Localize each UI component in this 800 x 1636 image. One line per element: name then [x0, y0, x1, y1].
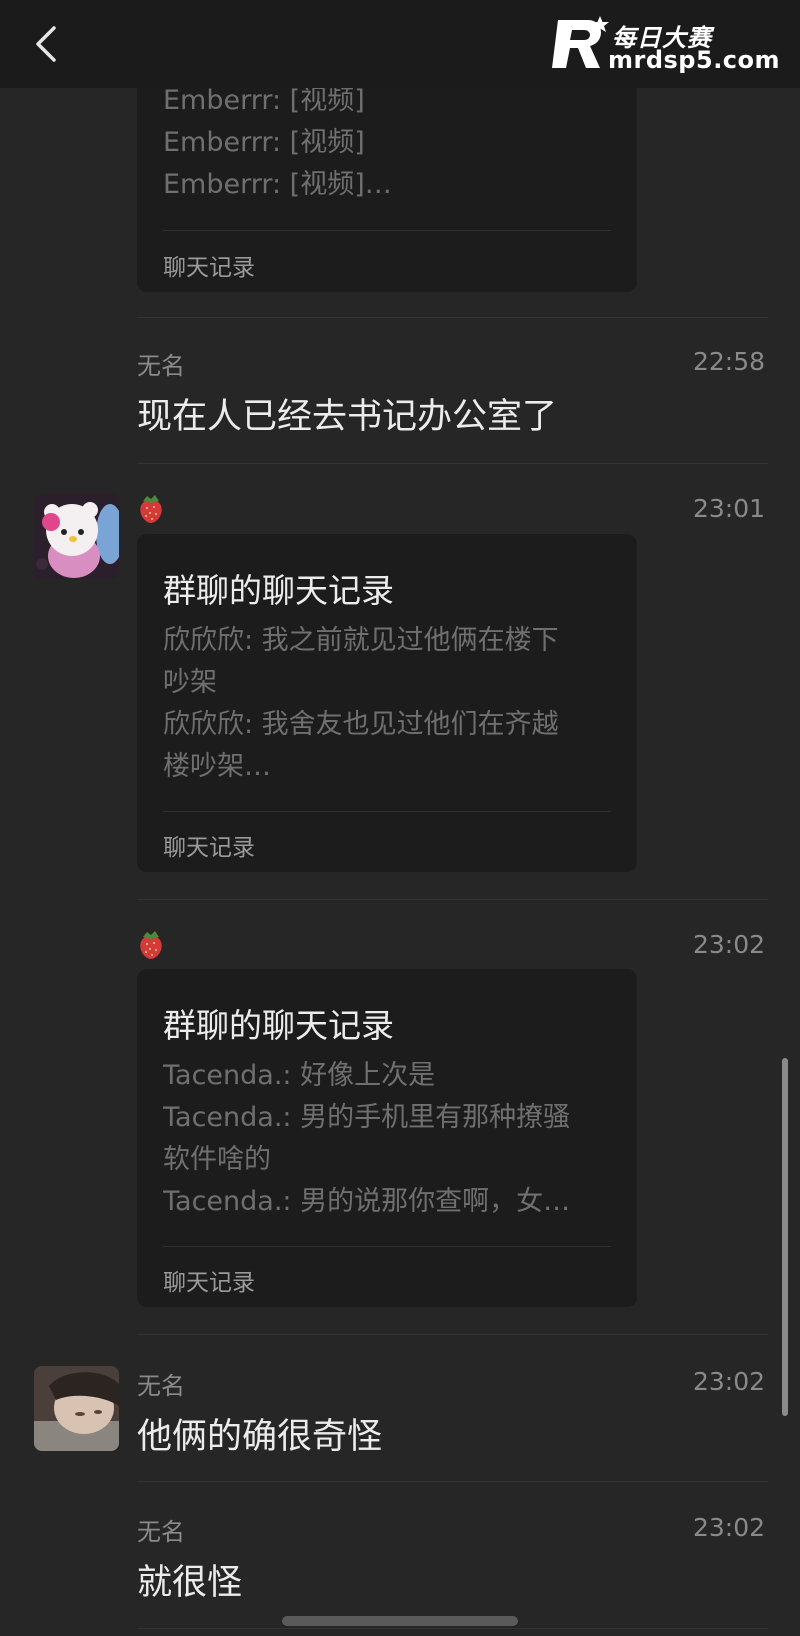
- message-divider: [137, 1628, 768, 1629]
- back-button[interactable]: [26, 20, 70, 68]
- card-preview-line: 欣欣欣: 我之前就见过他俩在楼下: [163, 625, 559, 656]
- message-divider: [137, 317, 768, 318]
- card-preview-line: 软件啥的: [163, 1144, 271, 1175]
- card-preview-line: 楼吵架…: [163, 751, 271, 782]
- sender-strawberry: [137, 492, 165, 530]
- strawberry-icon: [140, 931, 162, 959]
- card-preview-line: Tacenda.: 男的手机里有那种撩骚: [163, 1102, 571, 1133]
- card-preview-line: Tacenda.: 男的说那你查啊，女…: [163, 1186, 571, 1217]
- message-time: 23:02: [692, 1367, 765, 1396]
- card-preview-line: Emberrr: [视频]: [163, 127, 365, 158]
- card-preview-line: 欣欣欣: 我舍友也见过他们在齐越: [163, 709, 559, 740]
- message-divider: [137, 1334, 768, 1335]
- strawberry-icon: [140, 495, 162, 523]
- card-divider: [163, 811, 611, 812]
- card-preview-line: Tacenda.: 好像上次是: [163, 1060, 436, 1091]
- card-preview-line: 吵架: [163, 667, 217, 698]
- message-time: 23:01: [692, 494, 765, 523]
- card-preview-lines: Tacenda.: 好像上次是 Tacenda.: 男的手机里有那种撩骚 软件啥…: [163, 1055, 613, 1223]
- avatar-user-photo[interactable]: [34, 1366, 119, 1451]
- message-divider: [137, 1481, 768, 1482]
- card-divider: [163, 1246, 611, 1247]
- sender-name: 无名: [137, 352, 185, 380]
- chat-record-card[interactable]: 群聊的聊天记录 欣欣欣: 我之前就见过他俩在楼下 吵架 欣欣欣: 我舍友也见过他…: [137, 534, 637, 872]
- card-preview-line: Emberrr: [视频]…: [163, 169, 392, 200]
- card-preview-lines: Emberrr: [视频] Emberrr: [视频] Emberrr: [视频…: [163, 80, 613, 206]
- message-time: 23:02: [692, 1513, 765, 1542]
- r-star-logo-icon: [552, 16, 609, 68]
- avatar-hello-kitty[interactable]: [34, 494, 119, 579]
- watermark-url-text: mrdsp5.com: [608, 46, 781, 74]
- card-title: 群聊的聊天记录: [163, 571, 394, 610]
- card-footer-label: 聊天记录: [163, 1270, 255, 1296]
- sender-strawberry: [137, 928, 165, 966]
- card-title: 群聊的聊天记录: [163, 1006, 394, 1045]
- watermark-logo: 每日大赛 mrdsp5.com: [548, 14, 788, 76]
- sender-name: 无名: [137, 1518, 185, 1546]
- message-divider: [137, 899, 768, 900]
- message-text[interactable]: 他俩的确很奇怪: [137, 1408, 382, 1459]
- chevron-left-icon: [36, 26, 56, 62]
- message-time: 23:02: [692, 930, 765, 959]
- sender-name: 无名: [137, 1372, 185, 1400]
- chat-history-list[interactable]: Emberrr: [视频] Emberrr: [视频] Emberrr: [视频…: [0, 0, 800, 1636]
- message-divider: [137, 463, 768, 464]
- home-indicator[interactable]: [282, 1616, 518, 1626]
- chat-record-card[interactable]: 群聊的聊天记录 Tacenda.: 好像上次是 Tacenda.: 男的手机里有…: [137, 969, 637, 1307]
- card-divider: [163, 230, 611, 231]
- card-preview-lines: 欣欣欣: 我之前就见过他俩在楼下 吵架 欣欣欣: 我舍友也见过他们在齐越 楼吵架…: [163, 620, 613, 788]
- card-footer-label: 聊天记录: [163, 255, 255, 281]
- scrollbar-thumb[interactable]: [782, 1058, 788, 1416]
- card-footer-label: 聊天记录: [163, 835, 255, 861]
- message-text[interactable]: 现在人已经去书记办公室了: [137, 388, 557, 439]
- message-text[interactable]: 就很怪: [137, 1554, 242, 1605]
- message-time: 22:58: [692, 347, 765, 376]
- top-navigation-bar: 每日大赛 mrdsp5.com: [0, 0, 800, 88]
